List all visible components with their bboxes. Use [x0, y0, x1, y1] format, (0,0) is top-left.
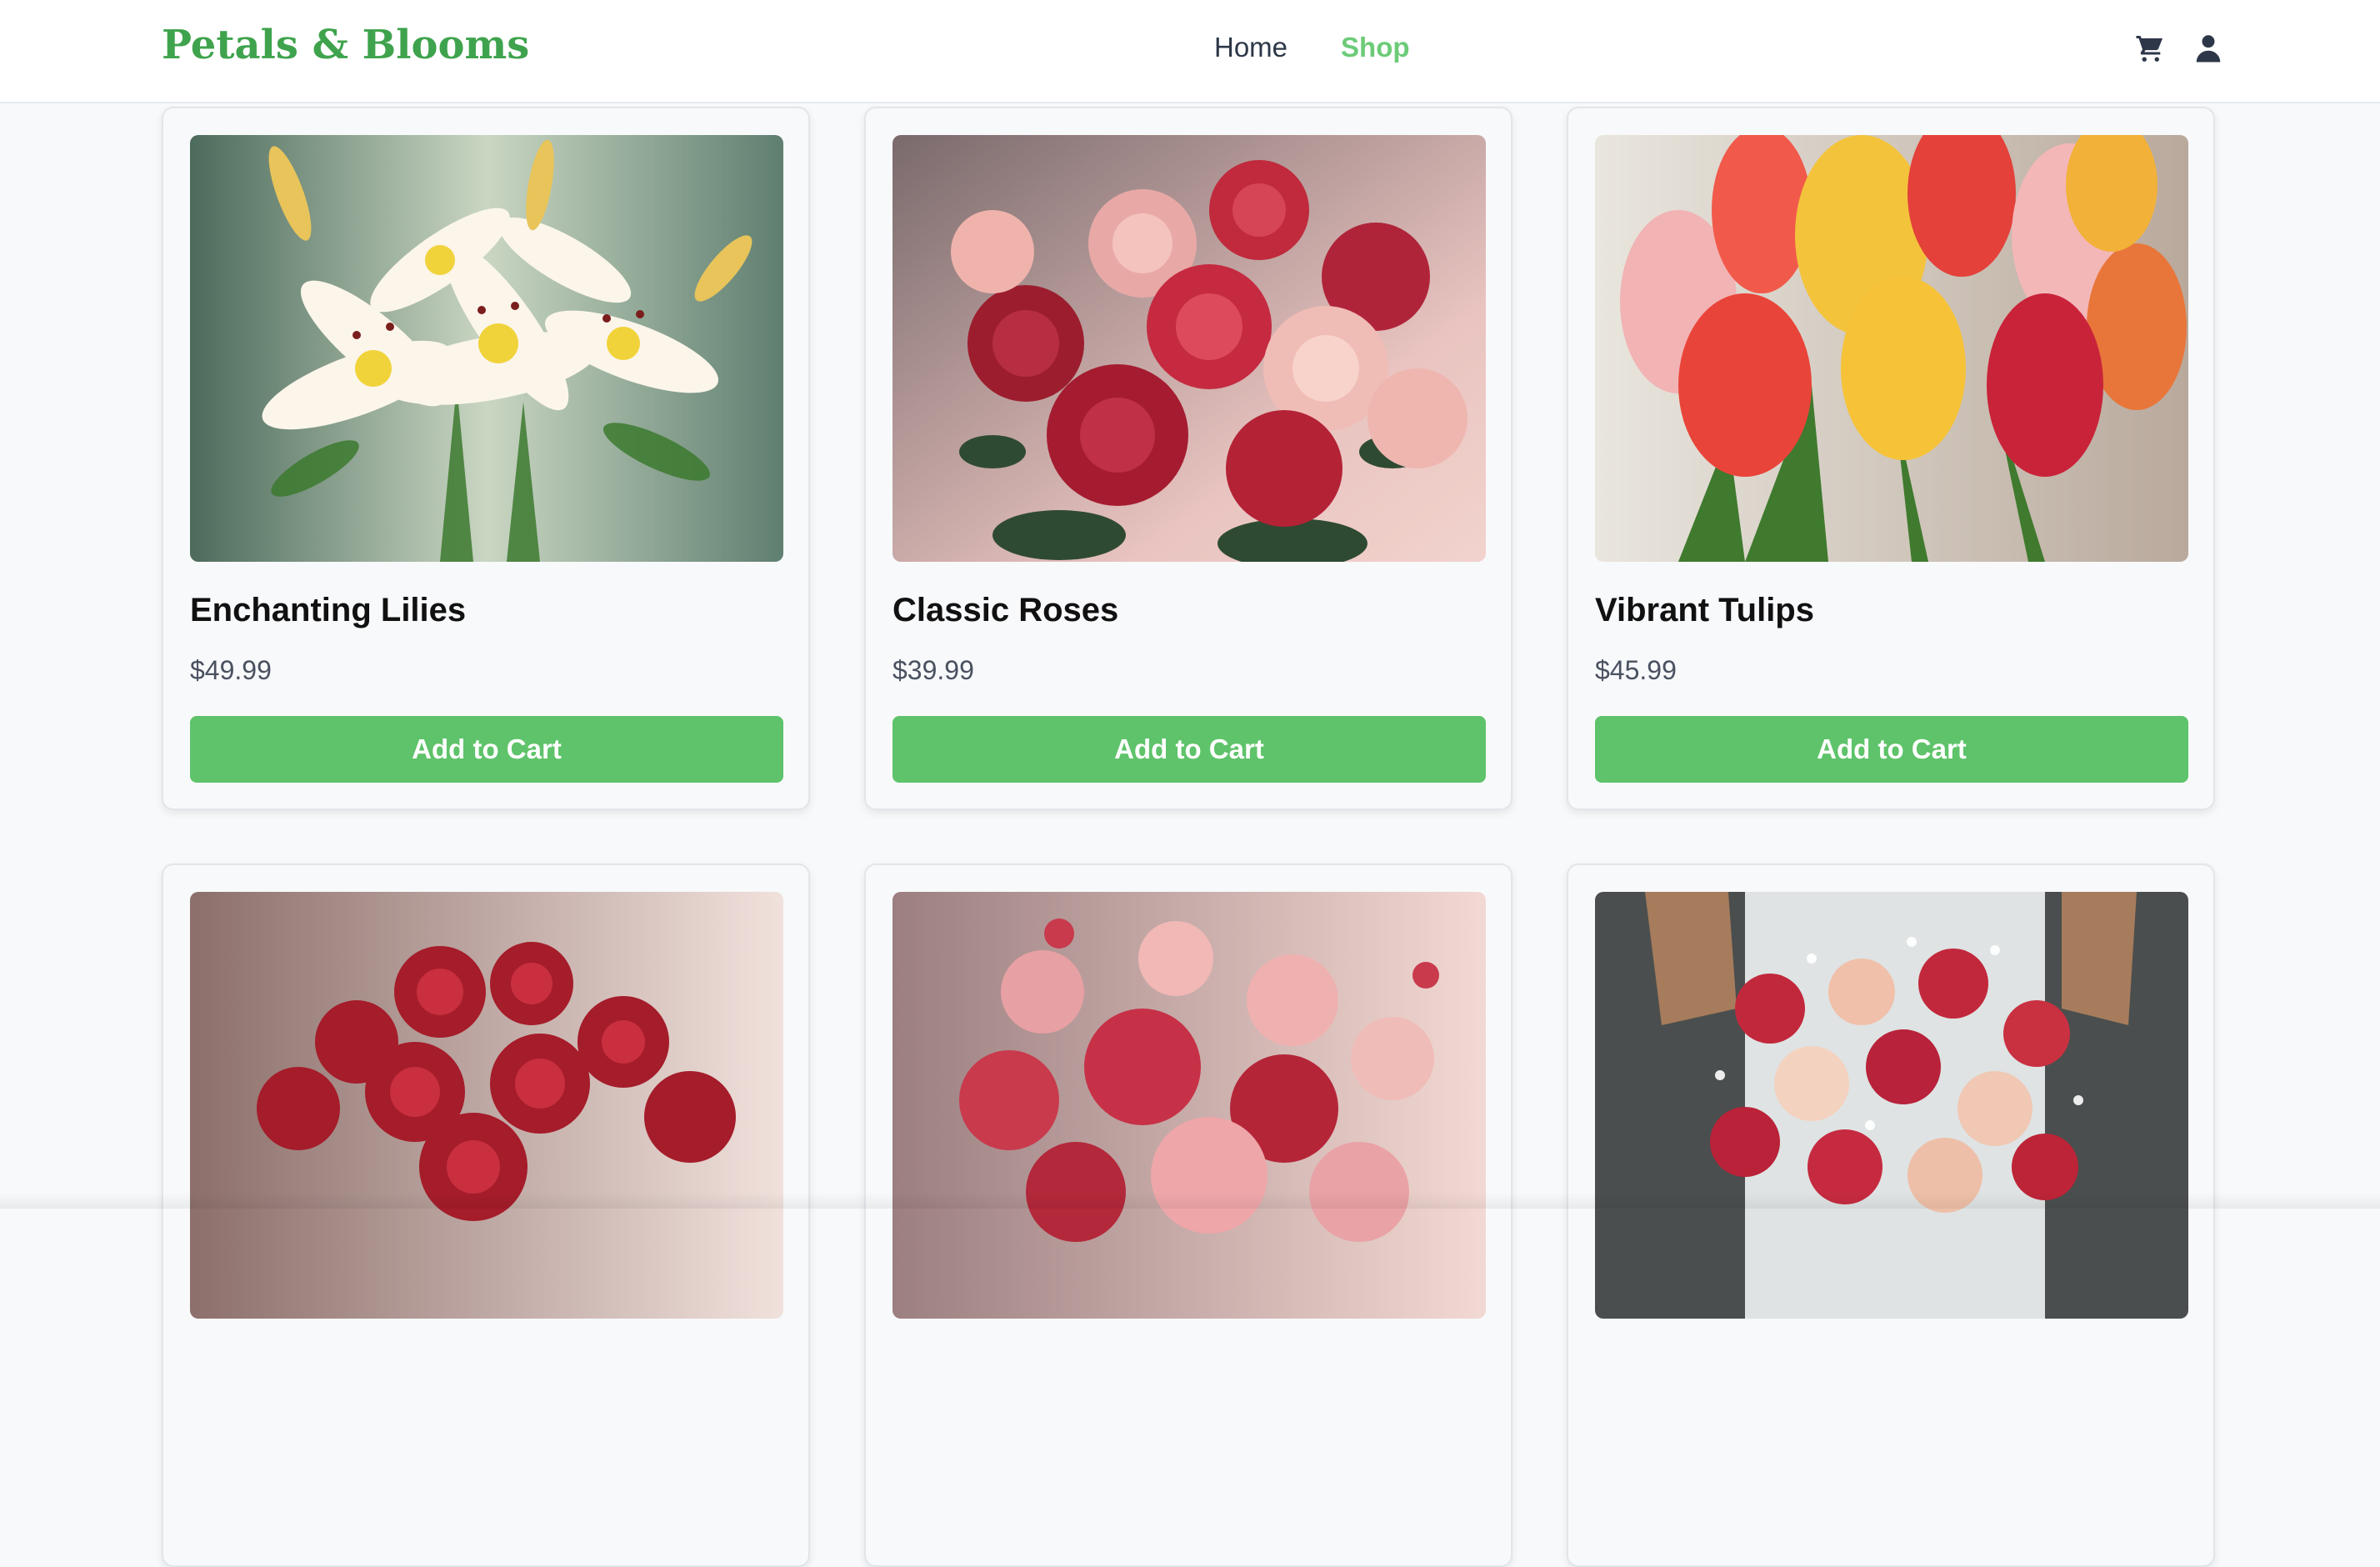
product-image[interactable] [190, 135, 783, 562]
user-icon[interactable] [2192, 32, 2225, 65]
product-name[interactable]: Classic Roses [892, 592, 1118, 629]
scroll-shadow [0, 1192, 2380, 1209]
product-card [162, 864, 810, 1567]
product-price: $49.99 [190, 655, 272, 685]
brand-logo[interactable]: Petals & Blooms [162, 22, 529, 68]
product-card: Vibrant Tulips $45.99 Add to Cart [1567, 107, 2215, 810]
product-image[interactable] [892, 135, 1486, 562]
product-card: Classic Roses $39.99 Add to Cart [864, 107, 1512, 810]
product-image[interactable] [1595, 135, 2188, 562]
site-header: Petals & Blooms Home Shop [0, 0, 2380, 103]
product-card [864, 864, 1512, 1567]
product-image[interactable] [1595, 892, 2188, 1319]
nav-home-link[interactable]: Home [1214, 32, 1288, 63]
nav-shop-link[interactable]: Shop [1341, 32, 1409, 63]
product-price: $39.99 [892, 655, 974, 685]
cart-icon[interactable] [2133, 32, 2167, 65]
product-name[interactable]: Vibrant Tulips [1595, 592, 1814, 629]
add-to-cart-button[interactable]: Add to Cart [892, 716, 1486, 783]
product-price: $45.99 [1595, 655, 1677, 685]
header-icons [2133, 32, 2225, 65]
add-to-cart-button[interactable]: Add to Cart [190, 716, 783, 783]
product-name[interactable]: Enchanting Lilies [190, 592, 466, 629]
product-card: Enchanting Lilies $49.99 Add to Cart [162, 107, 810, 810]
product-image[interactable] [190, 892, 783, 1319]
product-card [1567, 864, 2215, 1567]
add-to-cart-button[interactable]: Add to Cart [1595, 716, 2188, 783]
main-nav: Home Shop [1214, 32, 1410, 63]
product-image[interactable] [892, 892, 1486, 1319]
